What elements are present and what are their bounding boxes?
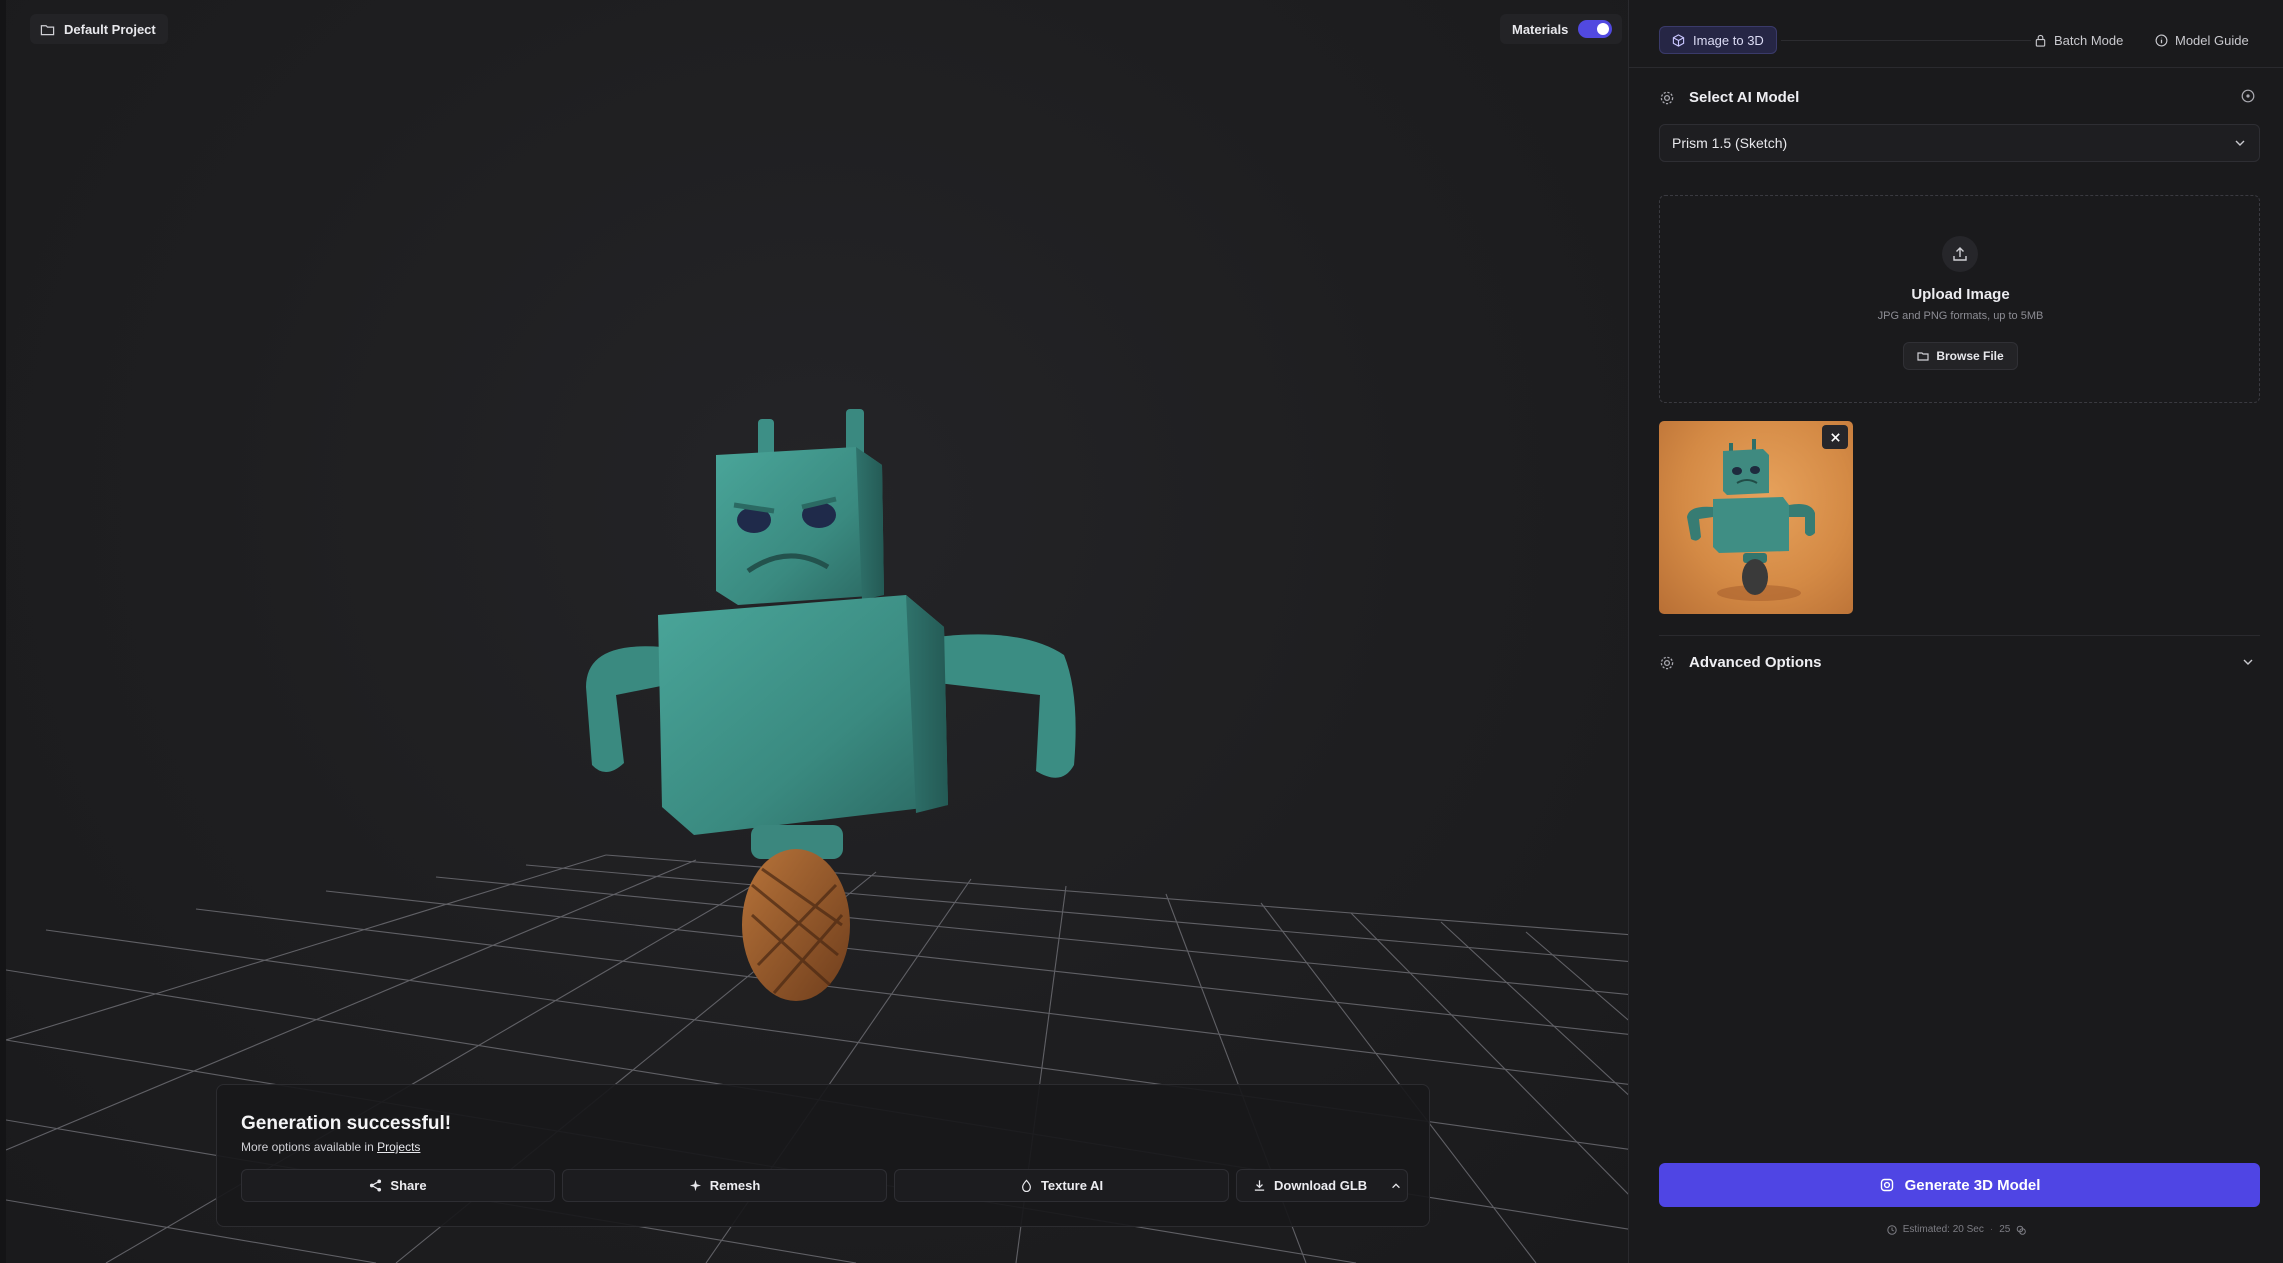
gear-icon [1660, 91, 1674, 104]
texture-ai-label: Texture AI [1040, 1178, 1104, 1193]
share-icon [370, 1179, 382, 1192]
uploaded-image-thumbnail[interactable] [1659, 421, 1853, 614]
chevron-up-icon [1392, 1182, 1400, 1188]
select-model-heading: Select AI Model [1659, 89, 1799, 106]
sparkle-icon [689, 1179, 701, 1192]
materials-toggle-group: Materials [1500, 14, 1623, 44]
download-icon [1254, 1180, 1265, 1191]
materials-label: Materials [1512, 21, 1569, 37]
texture-ai-button[interactable]: Texture AI [894, 1169, 1229, 1202]
panel-tabs: Image to 3D Batch Mode Model Guide [1629, 0, 2283, 68]
estimate-separator: · [1989, 1224, 1994, 1235]
result-actions: Share Remesh Texture AI Download GLB [241, 1169, 1408, 1202]
robot-3d-model [586, 409, 1076, 1001]
gear-icon [1880, 1178, 1893, 1192]
share-button[interactable]: Share [241, 1169, 555, 1202]
download-glb-label: Download GLB [1274, 1178, 1368, 1193]
projects-link[interactable]: Projects [377, 1140, 420, 1154]
browse-file-label: Browse File [1936, 349, 2004, 363]
model-select-value: Prism 1.5 (Sketch) [1672, 135, 1788, 151]
info-circle-icon [2155, 34, 2168, 46]
advanced-options-toggle[interactable]: Advanced Options [1659, 654, 1822, 671]
download-options-toggle[interactable] [1385, 1169, 1407, 1202]
result-title: Generation successful! [241, 1113, 452, 1134]
tab-batch-mode-label: Batch Mode [2054, 32, 2124, 48]
generate-3d-model-button[interactable]: Generate 3D Model [1659, 1163, 2260, 1207]
estimate-cost: 25 [1999, 1224, 2011, 1235]
section-divider [1659, 635, 2260, 636]
browse-file-button[interactable]: Browse File [1903, 342, 2018, 370]
robot-thumbnail-image [1687, 439, 1815, 601]
upload-title: Upload Image [1911, 286, 2010, 303]
credits-icon [2017, 1225, 2027, 1235]
3d-viewport[interactable]: Default Project Materials Generation suc… [0, 0, 1628, 1263]
model-select[interactable]: Prism 1.5 (Sketch) [1659, 124, 2260, 162]
advanced-options-title: Advanced Options [1689, 654, 1822, 671]
select-model-title: Select AI Model [1689, 89, 1800, 106]
remove-image-button[interactable] [1822, 425, 1848, 449]
remesh-button[interactable]: Remesh [562, 1169, 887, 1202]
generate-label: Generate 3D Model [1904, 1176, 2041, 1194]
folder-icon [40, 24, 55, 35]
droplet-icon [1021, 1179, 1031, 1192]
chevron-down-icon[interactable] [2241, 655, 2255, 669]
tab-model-guide[interactable]: Model Guide [2155, 26, 2249, 54]
project-selector[interactable]: Default Project [30, 14, 168, 44]
gear-icon [1660, 656, 1674, 669]
tab-divider [1781, 40, 2031, 41]
upload-dropzone[interactable]: Upload Image JPG and PNG formats, up to … [1659, 195, 2260, 403]
lock-icon [2035, 34, 2046, 47]
upload-icon-wrap [1942, 236, 1978, 272]
generation-panel: Image to 3D Batch Mode Model Guide Selec… [1628, 0, 2283, 1263]
cube-icon [1672, 33, 1685, 47]
download-glb-button[interactable]: Download GLB [1236, 1169, 1408, 1202]
remesh-label: Remesh [709, 1178, 761, 1193]
folder-icon [1917, 352, 1929, 361]
clock-icon [1886, 1224, 1897, 1235]
chevron-down-icon [2235, 140, 2245, 146]
project-name: Default Project [64, 21, 156, 37]
result-subtitle-text: More options available in [241, 1140, 378, 1154]
tab-image-to-3d-label: Image to 3D [1693, 32, 1764, 48]
app-window: Default Project Materials Generation suc… [0, 0, 2283, 1263]
estimate-time: Estimated: 20 Sec [1902, 1224, 1984, 1235]
result-subtitle: More options available in Projects [241, 1140, 420, 1154]
close-icon [1830, 432, 1840, 442]
upload-subtitle: JPG and PNG formats, up to 5MB [1877, 310, 2044, 322]
generation-result-panel: Generation successful! More options avai… [216, 1084, 1430, 1227]
upload-icon [1953, 247, 1967, 261]
materials-toggle[interactable] [1578, 20, 1613, 38]
tab-model-guide-label: Model Guide [2175, 32, 2249, 48]
tab-image-to-3d[interactable]: Image to 3D [1659, 26, 1777, 54]
share-label: Share [390, 1178, 427, 1193]
tab-batch-mode[interactable]: Batch Mode [2034, 26, 2123, 54]
model-info-icon[interactable] [2241, 89, 2255, 103]
generation-estimate: Estimated: 20 Sec · 25 [1629, 1224, 2283, 1235]
